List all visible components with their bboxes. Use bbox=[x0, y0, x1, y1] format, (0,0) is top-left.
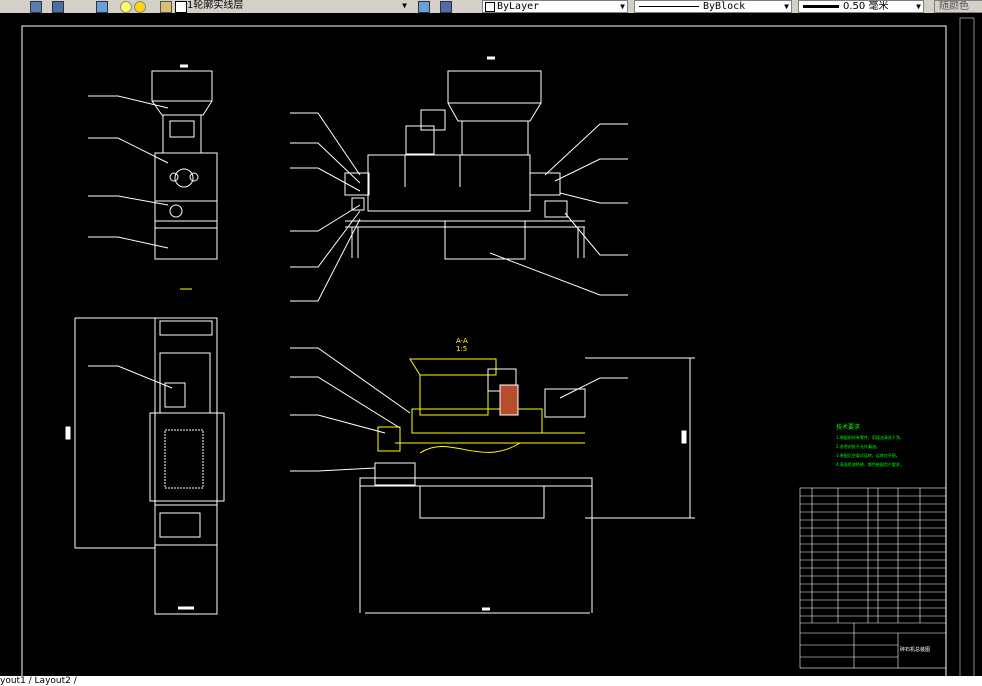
layout-tabs[interactable]: yout1 / Layout2 / bbox=[0, 676, 982, 686]
notes-title: 技术要求 bbox=[836, 423, 860, 431]
front-view bbox=[344, 56, 585, 260]
paper-edge bbox=[959, 17, 975, 676]
lightbulb-icon[interactable] bbox=[120, 1, 132, 13]
note-line-1: 1.装配前所有零件，用煤油清洗干净。 bbox=[836, 434, 904, 440]
note-line-2: 2.各密封处不允许漏油。 bbox=[836, 443, 880, 449]
section-view-white bbox=[359, 357, 695, 614]
plotstyle-dropdown[interactable]: 随颜色 bbox=[934, 0, 982, 13]
layer-previous-stack-icon[interactable] bbox=[440, 1, 452, 13]
section-scale: 1:5 bbox=[456, 345, 467, 353]
linetype-dropdown[interactable]: ByBlock ▼ bbox=[634, 0, 792, 13]
chevron-down-icon: ▼ bbox=[402, 1, 407, 10]
section-view-yellow bbox=[377, 358, 585, 454]
drawing-svg: A-A 1:5 技术要求 1.装配前所有零件，用煤油清洗干净。 2.各密封处不允… bbox=[21, 17, 975, 676]
chevron-down-icon: ▼ bbox=[784, 2, 789, 11]
layer-name: 1轮廓实线层 bbox=[187, 0, 244, 11]
color-dropdown[interactable]: ByLayer ▼ bbox=[482, 0, 628, 13]
make-current-layer-icon[interactable] bbox=[418, 1, 430, 13]
properties-toolbar: 1轮廓实线层 ▼ ByLayer ▼ ByBlock ▼ 0.50 毫米 ▼ 随… bbox=[0, 0, 982, 14]
section-label: A-A bbox=[456, 337, 468, 345]
note-line-3: 3.装配后空载试运转，运转应平稳。 bbox=[836, 452, 900, 458]
plotstyle-value: 随颜色 bbox=[939, 1, 969, 12]
lineweight-dropdown[interactable]: 0.50 毫米 ▼ bbox=[798, 0, 924, 13]
paper-border bbox=[21, 25, 947, 676]
side-view bbox=[151, 64, 218, 290]
layers-stack-icon[interactable] bbox=[96, 1, 108, 13]
linetype-value: ByBlock bbox=[703, 1, 746, 12]
lineweight-preview bbox=[803, 5, 839, 8]
linetype-preview bbox=[639, 6, 699, 7]
lock-icon[interactable] bbox=[160, 1, 172, 13]
sun-icon[interactable] bbox=[134, 1, 146, 13]
parts-list bbox=[799, 487, 947, 669]
layer-manager-icon[interactable] bbox=[30, 1, 42, 13]
layout-tabs-label[interactable]: yout1 / Layout2 / bbox=[0, 676, 77, 686]
side-view-leaders bbox=[88, 95, 169, 249]
top-view bbox=[65, 317, 225, 615]
note-line-4: 4.表面喷漆防锈，颜色根据用户要求。 bbox=[836, 461, 904, 467]
color-value: ByLayer bbox=[497, 1, 540, 12]
drawing-canvas[interactable]: A-A 1:5 技术要求 1.装配前所有零件，用煤油清洗干净。 2.各密封处不允… bbox=[0, 13, 982, 676]
layer-dropdown[interactable]: 1轮廓实线层 ▼ bbox=[173, 0, 409, 11]
lineweight-value: 0.50 毫米 bbox=[843, 1, 889, 12]
front-view-leaders bbox=[290, 112, 628, 302]
color-swatch-icon bbox=[485, 2, 495, 12]
chevron-down-icon: ▼ bbox=[620, 2, 625, 11]
chevron-down-icon: ▼ bbox=[916, 2, 921, 11]
layer-previous-icon[interactable] bbox=[52, 1, 64, 13]
title-block-name: 碎石机总装图 bbox=[900, 646, 930, 653]
